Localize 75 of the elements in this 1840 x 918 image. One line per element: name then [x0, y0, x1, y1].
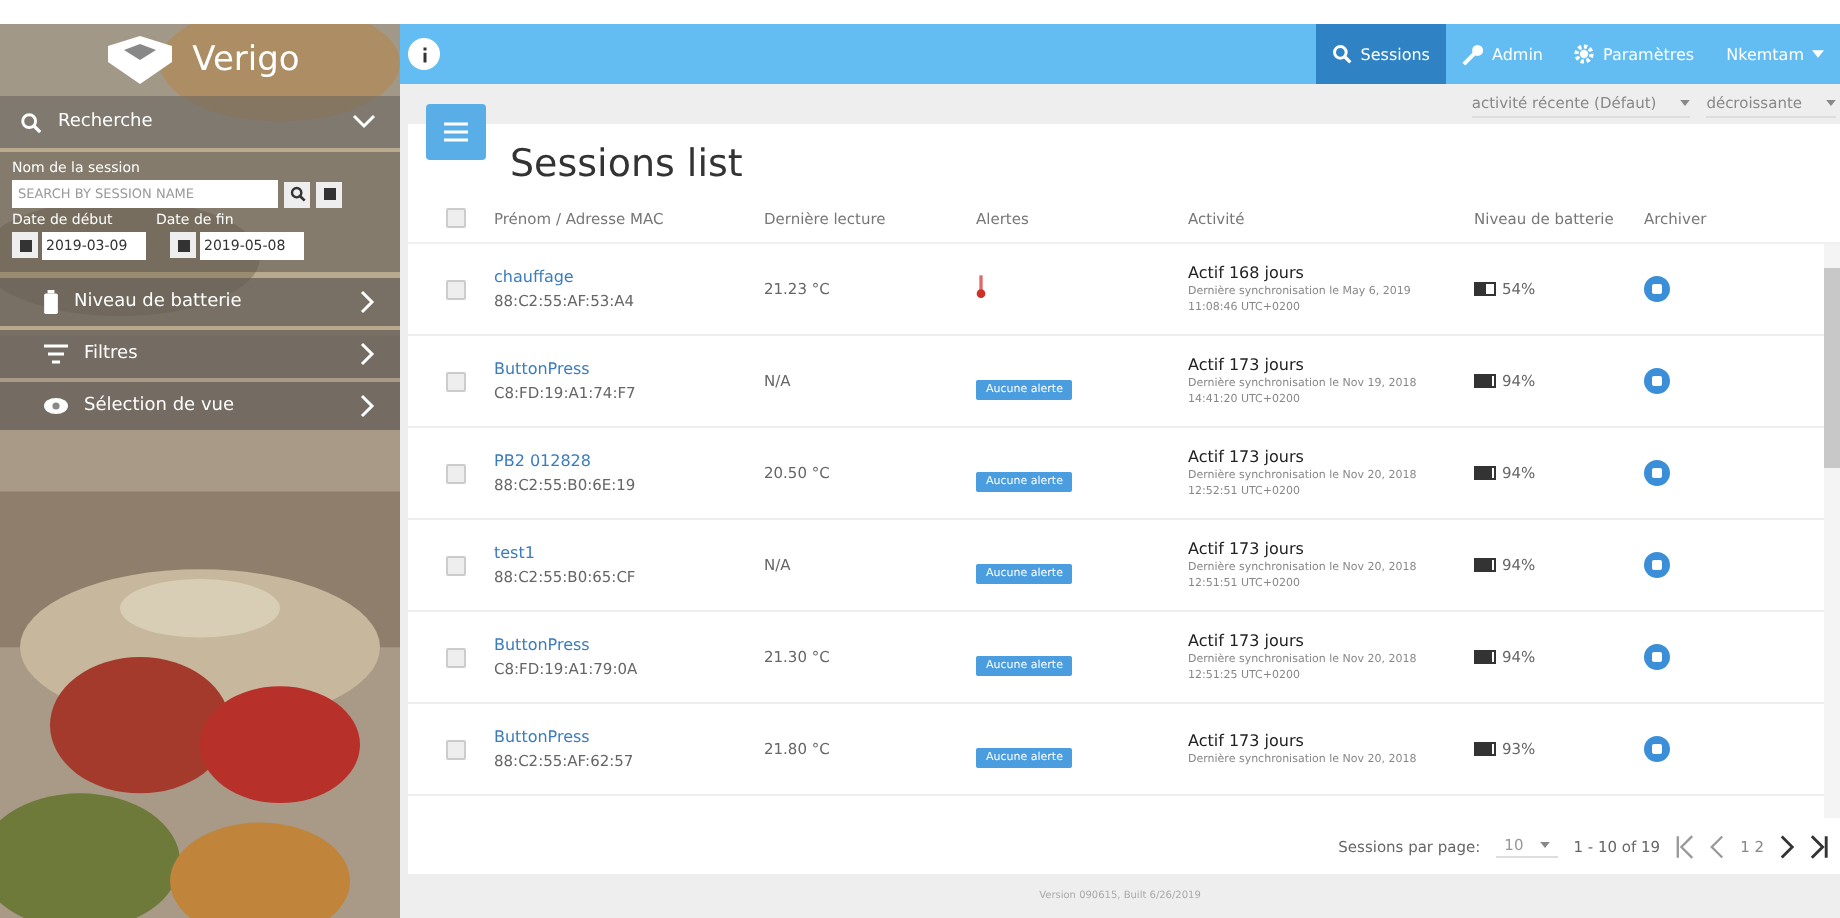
- battery-icon: [1474, 558, 1496, 572]
- search-icon: [20, 111, 42, 133]
- info-icon: [421, 45, 427, 63]
- previous-page-button[interactable]: [1710, 833, 1725, 859]
- session-name-link[interactable]: PB2 012828: [494, 452, 764, 470]
- scrollbar[interactable]: [1824, 244, 1840, 818]
- menu-icon: [444, 122, 468, 142]
- archive-button[interactable]: [1644, 644, 1670, 670]
- activity-text: Actif 168 jours: [1188, 264, 1306, 282]
- session-name-link[interactable]: ButtonPress: [494, 636, 764, 654]
- checkbox[interactable]: [445, 279, 465, 299]
- activity-text: Actif 173 jours: [1188, 448, 1306, 466]
- list-button[interactable]: [426, 104, 486, 160]
- battery-icon: [1474, 742, 1496, 756]
- square-icon: [323, 188, 335, 200]
- session-name-link[interactable]: test1: [494, 544, 764, 562]
- search-icon: [1332, 44, 1353, 64]
- eye-icon: [44, 398, 68, 414]
- page-title: Sessions list: [510, 142, 743, 186]
- settings-icon: [1574, 44, 1595, 64]
- battery-icon: [1474, 466, 1496, 480]
- thermometer-icon: [976, 274, 986, 300]
- activity-text: Actif 173 jours: [1188, 732, 1306, 750]
- search-button[interactable]: [284, 181, 310, 207]
- chevron-right-icon: [1780, 833, 1794, 859]
- battery-icon: [1474, 650, 1496, 664]
- caret-icon: [1680, 100, 1691, 106]
- checkbox[interactable]: [445, 463, 465, 483]
- archive-button[interactable]: [1644, 276, 1670, 302]
- chevron-icon: [360, 394, 376, 418]
- square-icon: [19, 239, 31, 251]
- first-page-icon: [1676, 833, 1695, 859]
- clear-button[interactable]: [316, 181, 342, 207]
- checkbox[interactable]: [445, 371, 465, 391]
- checkbox[interactable]: [445, 739, 465, 759]
- caret-icon: [1812, 50, 1824, 58]
- archive-button[interactable]: [1644, 736, 1670, 762]
- battery-icon: [44, 290, 58, 314]
- battery-icon: [1474, 282, 1496, 296]
- activity-text: Actif 173 jours: [1188, 632, 1306, 650]
- sidebar-item[interactable]: Filtres: [0, 330, 400, 378]
- archive-button[interactable]: [1644, 460, 1670, 486]
- archive-button[interactable]: [1644, 552, 1670, 578]
- sidebar-item[interactable]: Sélection de vue: [0, 382, 400, 430]
- checkbox[interactable]: [445, 647, 465, 667]
- next-page-button[interactable]: [1780, 833, 1794, 859]
- search-icon: [289, 186, 305, 202]
- session-name-link[interactable]: ButtonPress: [494, 728, 764, 746]
- activity-text: Actif 173 jours: [1188, 540, 1306, 558]
- archive-button[interactable]: [1644, 368, 1670, 394]
- info-button[interactable]: [408, 38, 440, 70]
- calendar-button[interactable]: [170, 232, 196, 258]
- filter-icon: [44, 344, 68, 364]
- session-name-link[interactable]: chauffage: [494, 268, 764, 286]
- session-name-link[interactable]: ButtonPress: [494, 360, 764, 378]
- wrench-icon: [1461, 43, 1484, 65]
- checkbox[interactable]: [445, 208, 465, 228]
- battery-icon: [1474, 374, 1496, 388]
- chevron-icon: [360, 290, 376, 314]
- nav-tab[interactable]: Sessions: [1316, 24, 1446, 84]
- sidebar-item[interactable]: Niveau de batterie: [0, 278, 400, 326]
- caret-icon: [1826, 100, 1836, 106]
- activity-text: Actif 173 jours: [1188, 356, 1306, 374]
- search-section-header[interactable]: Recherche: [0, 96, 400, 148]
- logo-text: Verigo: [192, 40, 300, 80]
- square-icon: [177, 239, 189, 251]
- chevron-icon: [360, 342, 376, 366]
- first-page-button[interactable]: [1676, 833, 1695, 859]
- last-page-button[interactable]: [1810, 833, 1828, 859]
- checkbox[interactable]: [445, 555, 465, 575]
- calendar-button[interactable]: [12, 232, 38, 258]
- last-page-icon: [1810, 833, 1828, 859]
- chevron-icon: [352, 114, 376, 130]
- caret-icon: [1539, 842, 1550, 848]
- chevron-left-icon: [1710, 833, 1725, 859]
